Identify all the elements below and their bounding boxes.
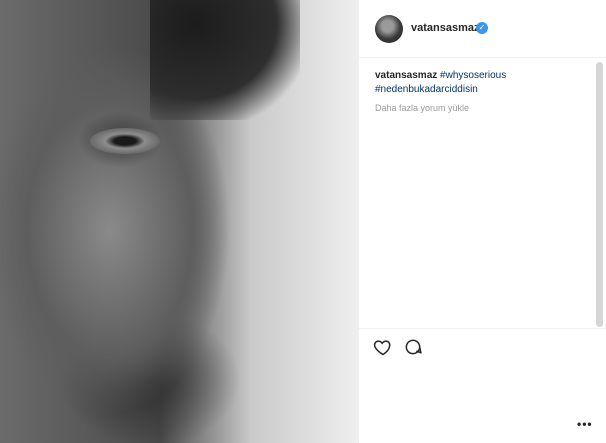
instagram-post: vatansasmaz ✓ vatansasmaz #whysoserious … bbox=[0, 0, 606, 443]
comments-scrollbar[interactable] bbox=[596, 62, 603, 327]
caption-username[interactable]: vatansasmaz bbox=[375, 70, 437, 81]
comments-section: vatansasmaz #whysoserious #nedenbukadarc… bbox=[375, 69, 585, 113]
hashtag-link[interactable]: #whysoserious bbox=[440, 70, 506, 81]
comment-icon[interactable] bbox=[403, 337, 423, 357]
post-header: vatansasmaz ✓ bbox=[359, 0, 606, 58]
post-photo[interactable] bbox=[0, 0, 358, 443]
avatar[interactable] bbox=[375, 15, 403, 43]
actions-bar: ••• bbox=[359, 328, 606, 443]
photo-eye-shade bbox=[90, 128, 160, 154]
hashtag-link[interactable]: #nedenbukadarciddisin bbox=[375, 84, 478, 95]
username-link[interactable]: vatansasmaz bbox=[411, 22, 480, 34]
photo-hair-shade bbox=[150, 0, 300, 120]
caption: vatansasmaz #whysoserious #nedenbukadarc… bbox=[375, 69, 585, 97]
heart-icon[interactable] bbox=[373, 337, 393, 357]
load-more-comments-link[interactable]: Daha fazla yorum yükle bbox=[375, 103, 585, 113]
verified-badge-icon: ✓ bbox=[476, 22, 488, 34]
more-options-icon[interactable]: ••• bbox=[577, 417, 593, 431]
